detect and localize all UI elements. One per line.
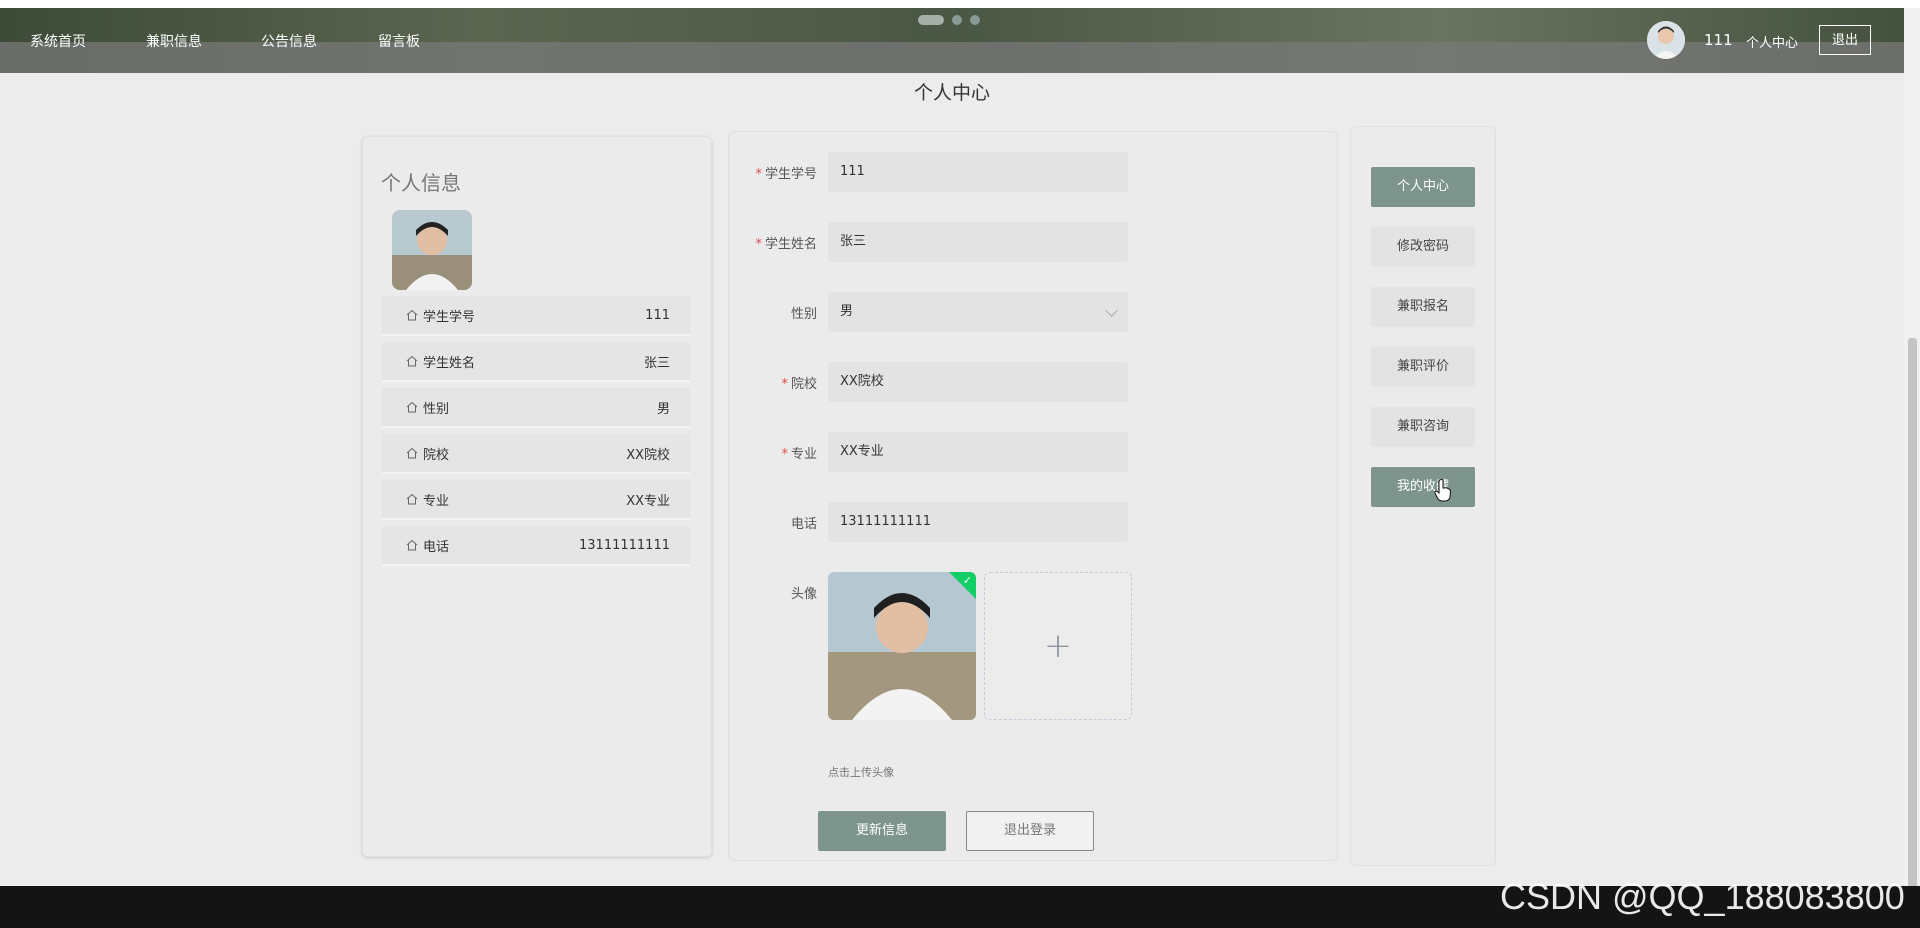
upload-tip: 点击上传头像 <box>828 766 894 779</box>
side-menu-job-review[interactable]: 兼职评价 <box>1371 347 1475 387</box>
scrollbar-thumb[interactable] <box>1908 338 1917 888</box>
info-value: 111 <box>645 307 670 323</box>
student-id-input[interactable]: 111 <box>828 152 1128 192</box>
info-row-gender: 性别 男 <box>382 388 690 428</box>
info-value: XX院校 <box>626 447 670 463</box>
watermark: CSDN @QQ_188083800 <box>1500 876 1905 917</box>
school-input[interactable]: XX院校 <box>828 362 1128 402</box>
info-label: 院校 <box>423 447 450 463</box>
hand-pointer-icon <box>1434 478 1452 502</box>
personal-info-card: 个人信息 学生学号 111 学生姓名 张三 性别 男 院校 XX院校 专业 XX… <box>362 136 712 857</box>
student-name-label: * 学生姓名 <box>755 237 817 252</box>
info-row-student-id: 学生学号 111 <box>382 296 690 336</box>
carousel-indicator[interactable] <box>918 15 980 25</box>
side-menu-personal-center[interactable]: 个人中心 <box>1371 167 1475 207</box>
side-menu-job-inquiry[interactable]: 兼职咨询 <box>1371 407 1475 447</box>
major-input[interactable]: XX专业 <box>828 432 1128 472</box>
gender-select-value: 男 <box>840 304 854 319</box>
info-row-school: 院校 XX院校 <box>382 434 690 474</box>
banner-top-strip <box>0 0 1920 8</box>
school-label: * 院校 <box>781 377 817 392</box>
info-row-student-name: 学生姓名 张三 <box>382 342 690 382</box>
major-label: * 专业 <box>781 447 817 462</box>
info-row-phone: 电话 13111111111 <box>382 526 690 566</box>
carousel-dot-2[interactable] <box>952 15 962 25</box>
phone-label: 电话 <box>790 517 817 532</box>
side-menu-change-password[interactable]: 修改密码 <box>1371 227 1475 267</box>
info-label: 电话 <box>423 539 450 555</box>
home-icon <box>406 355 418 367</box>
update-info-button[interactable]: 更新信息 <box>818 811 946 851</box>
check-icon: ✓ <box>962 574 972 587</box>
info-value: 张三 <box>643 355 670 371</box>
phone-input[interactable]: 13111111111 <box>828 502 1128 542</box>
info-label: 学生学号 <box>423 309 476 325</box>
info-label: 性别 <box>423 401 450 417</box>
nav-item-jobs[interactable]: 兼职信息 <box>146 31 202 51</box>
info-value: XX专业 <box>626 493 670 509</box>
student-name-input[interactable]: 张三 <box>828 222 1128 262</box>
student-id-label: * 学生学号 <box>755 167 817 182</box>
home-icon <box>406 493 418 505</box>
side-menu-my-favorites[interactable]: 我的收藏 <box>1371 467 1475 507</box>
home-icon <box>406 447 418 459</box>
home-icon <box>406 539 418 551</box>
info-value: 男 <box>656 401 670 417</box>
info-value: 13111111111 <box>579 537 670 553</box>
gender-select[interactable]: 男 <box>828 292 1128 332</box>
side-menu-job-application[interactable]: 兼职报名 <box>1371 287 1475 327</box>
uploaded-avatar[interactable]: ✓ <box>828 572 976 720</box>
logout-button[interactable]: 退出 <box>1819 25 1871 55</box>
nav-item-home[interactable]: 系统首页 <box>30 31 86 51</box>
page-title: 个人中心 <box>913 82 990 104</box>
info-card-title: 个人信息 <box>381 171 461 195</box>
logout-account-button[interactable]: 退出登录 <box>966 811 1094 851</box>
gender-label: 性别 <box>790 307 817 322</box>
carousel-dot-1[interactable] <box>918 15 944 25</box>
info-label: 专业 <box>423 493 450 509</box>
home-icon <box>406 309 418 321</box>
upload-add-button[interactable]: + <box>984 572 1132 720</box>
carousel-dot-3[interactable] <box>970 15 980 25</box>
nav-item-message-board[interactable]: 留言板 <box>378 31 420 51</box>
info-label: 学生姓名 <box>423 355 476 371</box>
home-icon <box>406 401 418 413</box>
chevron-down-icon <box>1105 304 1118 317</box>
nav-item-notices[interactable]: 公告信息 <box>261 31 317 51</box>
user-avatar[interactable] <box>1647 21 1685 59</box>
avatar-label: 头像 <box>790 587 817 602</box>
personal-center-link[interactable]: 个人中心 <box>1746 32 1798 51</box>
info-row-major: 专业 XX专业 <box>382 480 690 520</box>
user-name[interactable]: 111 <box>1704 31 1733 49</box>
info-avatar <box>392 210 472 290</box>
